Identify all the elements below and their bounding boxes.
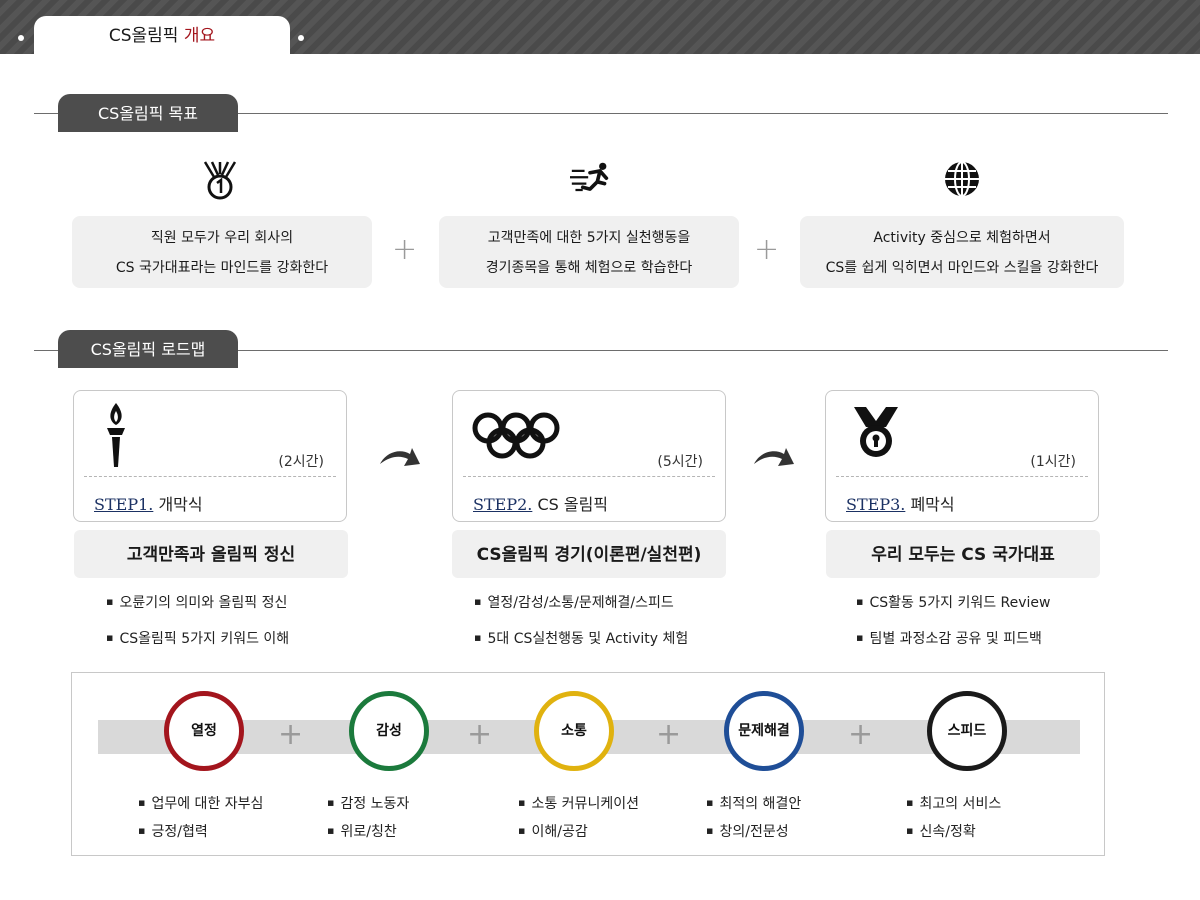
keyword-circle-passion: 열정 (164, 691, 244, 771)
step-card-1: (2시간) STEP1. 개막식 (73, 390, 347, 522)
plus-separator: + (656, 717, 682, 752)
right-curved-arrow-icon (754, 448, 794, 466)
plus-separator: + (392, 232, 418, 267)
step-3-name: 폐막식 (910, 495, 955, 514)
step-2-name: CS 올림픽 (537, 495, 609, 514)
step-3-time: (1시간) (1030, 454, 1076, 470)
goal-2-line1: 고객만족에 대한 5가지 실천행동을 (487, 230, 691, 246)
list-item: 신속/정확 (906, 821, 1001, 849)
step-3-bullets: CS활동 5가지 키워드 Review 팀별 과정소감 공유 및 피드백 (856, 592, 1051, 664)
roadmap-section-label: CS올림픽 로드맵 (58, 330, 238, 368)
goal-1-line2: CS 국가대표라는 마인드를 강화한다 (115, 260, 329, 276)
list-item: 업무에 대한 자부심 (138, 793, 263, 821)
plus-separator: + (467, 717, 493, 752)
step-1-subtitle: 고객만족과 올림픽 정신 (74, 530, 348, 578)
step-card-3: (1시간) STEP3. 폐막식 (825, 390, 1099, 522)
step-1-time: (2시간) (278, 454, 324, 470)
step-2-time: (5시간) (657, 454, 703, 470)
medal-icon (854, 406, 898, 457)
step-2-bullets: 열정/감성/소통/문제해결/스피드 5대 CS실천행동 및 Activity 체… (474, 592, 688, 664)
step-divider (84, 476, 336, 477)
list-item: 소통 커뮤니케이션 (518, 793, 639, 821)
list-item: 최적의 해결안 (706, 793, 801, 821)
goal-box-2: 고객만족에 대한 5가지 실천행동을 경기종목을 통해 체험으로 학습한다 (439, 216, 739, 288)
step-divider (836, 476, 1088, 477)
torch-icon (107, 403, 125, 467)
keyword-3-bullets: 소통 커뮤니케이션 이해/공감 (518, 793, 639, 849)
step-3-number: STEP3. (846, 495, 906, 514)
plus-separator: + (278, 717, 304, 752)
list-item: 긍정/협력 (138, 821, 263, 849)
goal-box-3: Activity 중심으로 체험하면서 CS를 쉽게 익히면서 마인드와 스킬을… (800, 216, 1124, 288)
list-item: 5대 CS실천행동 및 Activity 체험 (474, 628, 688, 664)
step-3-title: STEP3. 폐막식 (846, 491, 955, 515)
globe-icon (945, 161, 979, 197)
plus-separator: + (848, 717, 874, 752)
step-divider (463, 476, 715, 477)
step-2-title: STEP2. CS 올림픽 (473, 491, 608, 515)
medal-first-icon (203, 161, 237, 200)
keyword-circle-speed: 스피드 (927, 691, 1007, 771)
page-title-tab: CS올림픽 개요 (34, 16, 290, 54)
step-1-name: 개막식 (158, 495, 203, 514)
list-item: 감정 노동자 (327, 793, 409, 821)
step-card-2: (5시간) STEP2. CS 올림픽 (452, 390, 726, 522)
step-1-bullets: 오륜기의 의미와 올림픽 정신 CS올림픽 5가지 키워드 이해 (106, 592, 289, 664)
step-2-number: STEP2. (473, 495, 533, 514)
list-item: 이해/공감 (518, 821, 639, 849)
goal-1-line1: 직원 모두가 우리 회사의 (150, 230, 294, 246)
goal-box-1: 직원 모두가 우리 회사의 CS 국가대표라는 마인드를 강화한다 (72, 216, 372, 288)
list-item: 팀별 과정소감 공유 및 피드백 (856, 628, 1051, 664)
goal-3-line1: Activity 중심으로 체험하면서 (873, 230, 1051, 246)
goal-2-line2: 경기종목을 통해 체험으로 학습한다 (485, 260, 693, 276)
page-title-accent: 개요 (183, 26, 216, 46)
keyword-circle-communication: 소통 (534, 691, 614, 771)
keyword-4-bullets: 최적의 해결안 창의/전문성 (706, 793, 801, 849)
keywords-panel: 열정 + 감성 + 소통 + 문제해결 + 스피드 업무에 대한 자부심 긍정/… (71, 672, 1105, 856)
keyword-1-bullets: 업무에 대한 자부심 긍정/협력 (138, 793, 263, 849)
list-item: CS올림픽 5가지 키워드 이해 (106, 628, 289, 664)
list-item: CS활동 5가지 키워드 Review (856, 592, 1050, 628)
keyword-2-bullets: 감정 노동자 위로/칭찬 (327, 793, 409, 849)
list-item: 창의/전문성 (706, 821, 801, 849)
goal-3-line2: CS를 쉽게 익히면서 마인드와 스킬을 강화한다 (825, 260, 1099, 276)
olympic-rings-icon (472, 412, 560, 459)
list-item: 열정/감성/소통/문제해결/스피드 (474, 592, 688, 628)
page-title: CS올림픽 (108, 26, 179, 46)
right-curved-arrow-icon (380, 448, 420, 466)
list-item: 최고의 서비스 (906, 793, 1001, 821)
keyword-5-bullets: 최고의 서비스 신속/정확 (906, 793, 1001, 849)
step-3-subtitle: 우리 모두는 CS 국가대표 (826, 530, 1100, 578)
list-item: 오륜기의 의미와 올림픽 정신 (106, 592, 289, 628)
header-dot-right (298, 35, 304, 41)
step-1-number: STEP1. (94, 495, 154, 514)
list-item: 위로/칭찬 (327, 821, 409, 849)
keyword-circle-emotion: 감성 (349, 691, 429, 771)
runner-icon (570, 162, 609, 192)
plus-separator: + (754, 232, 780, 267)
goals-section-label: CS올림픽 목표 (58, 94, 238, 132)
step-1-title: STEP1. 개막식 (94, 491, 203, 515)
step-2-subtitle: CS올림픽 경기(이론편/실천편) (452, 530, 726, 578)
keyword-circle-problem-solving: 문제해결 (724, 691, 804, 771)
header-dot-left (18, 35, 24, 41)
